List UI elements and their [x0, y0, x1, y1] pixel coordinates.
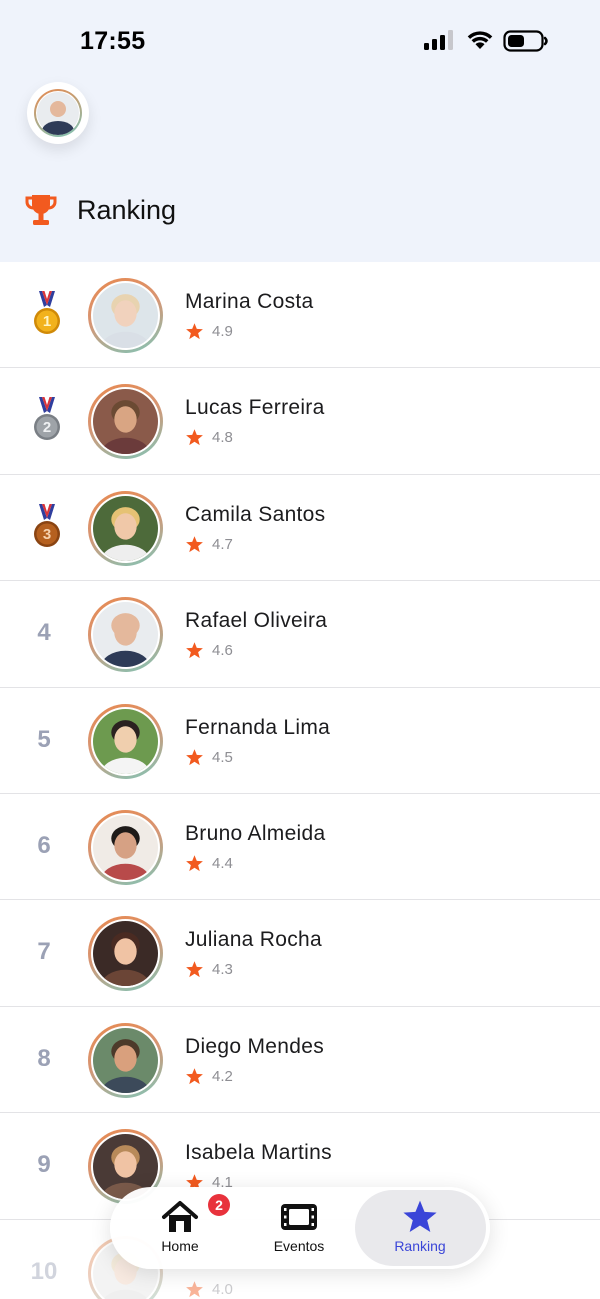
ranking-row[interactable]: 6 Bruno Almeida 4.4: [0, 793, 600, 901]
battery-icon: [503, 30, 548, 52]
rating-value: 4.2: [212, 1067, 233, 1085]
rank-number: 9: [37, 1151, 51, 1179]
rank-number: 6: [37, 831, 51, 859]
player-avatar[interactable]: [88, 384, 163, 460]
rating-star-icon: [186, 748, 203, 765]
player-rating: 4.0: [185, 1280, 233, 1299]
rating-value: 4.6: [212, 642, 233, 660]
tab-home[interactable]: Home 2: [120, 1187, 240, 1269]
rank-number: 10: [30, 1257, 58, 1285]
cellular-signal-icon: [424, 30, 453, 50]
player-name: Bruno Almeida: [185, 821, 326, 845]
player-avatar-image: [93, 495, 158, 561]
rating-value: 4.4: [212, 854, 233, 872]
rating-star-icon: [186, 855, 203, 872]
player-rating: 4.4: [185, 854, 233, 873]
medal-rank-number: 2: [42, 419, 52, 437]
rank-number: 7: [37, 938, 51, 966]
ranking-row[interactable]: 3 Camila Santos 4.7: [0, 474, 600, 582]
tab-eventos[interactable]: Eventos: [239, 1187, 359, 1269]
rank-number: 4: [37, 619, 51, 647]
rating-value: 4.8: [212, 429, 233, 447]
player-avatar-image: [93, 921, 158, 987]
status-bar: 17:55: [0, 0, 600, 80]
player-avatar[interactable]: [88, 597, 163, 673]
rating-star-icon: [186, 642, 203, 659]
rating-value: 4.7: [212, 535, 233, 553]
profile-avatar-button[interactable]: [27, 82, 89, 144]
player-name: Marina Costa: [185, 290, 314, 313]
tab-ranking-label: Ranking: [394, 1238, 446, 1254]
ranking-row[interactable]: 8 Diego Mendes 4.2: [0, 1006, 600, 1114]
ranking-row[interactable]: 1 Marina Costa 4.9: [0, 262, 600, 369]
player-avatar[interactable]: [88, 278, 163, 353]
player-rating: 4.8: [185, 428, 233, 447]
rating-star-icon: [186, 323, 203, 340]
player-avatar[interactable]: [88, 703, 163, 779]
player-avatar-image: [93, 708, 158, 774]
player-name: Juliana Rocha: [185, 928, 322, 952]
player-rating: 4.2: [185, 1067, 233, 1086]
rating-value: 4.5: [212, 748, 233, 766]
player-name: Isabela Martins: [185, 1141, 332, 1165]
rating-star-icon: [186, 535, 203, 552]
player-avatar[interactable]: [88, 916, 163, 992]
tab-ranking[interactable]: Ranking: [360, 1187, 480, 1269]
player-name: Camila Santos: [185, 502, 326, 526]
player-name: Diego Mendes: [185, 1034, 325, 1058]
status-time: 17:55: [80, 27, 146, 55]
home-notification-badge: 2: [208, 1194, 230, 1216]
rating-star-icon: [186, 1280, 203, 1297]
player-avatar-image: [93, 389, 158, 455]
player-rating: 4.3: [185, 960, 233, 979]
player-rating: 4.9: [185, 322, 233, 341]
medal-rank-number: 3: [42, 525, 52, 543]
ranking-list: 1 Marina Costa 4.9 2 Lucas Ferreira 4.8 …: [0, 262, 600, 1299]
rank-number: 8: [37, 1044, 51, 1072]
tab-eventos-label: Eventos: [273, 1238, 325, 1254]
star-icon: [403, 1200, 437, 1233]
player-avatar[interactable]: [88, 809, 163, 885]
header-area: 17:55 Ranking: [0, 0, 600, 262]
player-avatar-image: [93, 283, 158, 348]
player-rating: 4.6: [185, 641, 233, 660]
tab-bar: Home 2 Eventos Ranking: [110, 1187, 490, 1269]
player-name: Rafael Oliveira: [185, 609, 328, 633]
player-avatar[interactable]: [88, 490, 163, 566]
rating-value: 4.9: [212, 323, 233, 340]
player-name: Fernanda Lima: [185, 715, 331, 739]
player-rating: 4.7: [185, 535, 233, 554]
ranking-row[interactable]: 2 Lucas Ferreira 4.8: [0, 368, 600, 475]
player-avatar[interactable]: [88, 1022, 163, 1098]
ranking-row[interactable]: 5 Fernanda Lima 4.5: [0, 687, 600, 794]
player-avatar-image: [93, 1027, 158, 1093]
player-name: Lucas Ferreira: [185, 396, 325, 420]
tab-home-label: Home: [161, 1238, 199, 1254]
wifi-icon: [467, 31, 493, 49]
rank-number: 5: [37, 725, 51, 753]
trophy-icon: [25, 195, 57, 225]
player-avatar-image: [93, 814, 158, 880]
rating-star-icon: [186, 429, 203, 446]
ranking-row[interactable]: 7 Juliana Rocha 4.3: [0, 900, 600, 1007]
page-title: Ranking: [77, 195, 177, 225]
home-icon: [162, 1201, 198, 1232]
profile-avatar-image: [36, 91, 80, 141]
ranking-row[interactable]: 4 Rafael Oliveira 4.6: [0, 581, 600, 688]
player-avatar-image: [93, 602, 158, 668]
rating-star-icon: [186, 961, 203, 978]
player-rating: 4.5: [185, 748, 233, 767]
rating-star-icon: [186, 1067, 203, 1084]
film-icon: [281, 1204, 317, 1230]
rating-value: 4.0: [212, 1280, 233, 1298]
medal-rank-number: 1: [42, 313, 52, 330]
rating-value: 4.3: [212, 961, 233, 979]
